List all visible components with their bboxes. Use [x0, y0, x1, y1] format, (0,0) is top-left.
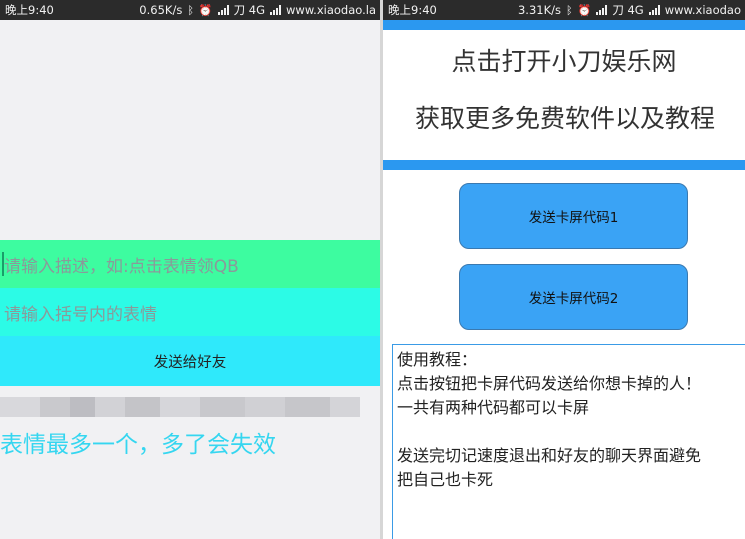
bottom-accent-bar — [383, 160, 745, 170]
emoji-input[interactable]: 请输入括号内的表情 — [0, 288, 380, 336]
description-input[interactable]: 请输入描述，如:点击表情领QB — [0, 240, 380, 288]
tutorial-line: 一共有两种代码都可以卡屏 — [397, 398, 590, 417]
signal-icon — [648, 5, 660, 15]
status-site: www.xiaodao.la — [286, 3, 376, 17]
status-time: 晚上9:40 — [388, 3, 437, 17]
tutorial-textbox[interactable]: 使用教程： 点击按钮把卡屏代码发送给你想卡掉的人！ 一共有两种代码都可以卡屏 发… — [392, 344, 745, 539]
send-freeze-code-2-button[interactable]: 发送卡屏代码2 — [459, 264, 688, 330]
tutorial-line: 发送完切记速度退出和好友的聊天界面避免 — [397, 446, 702, 465]
alarm-icon: ⏰ — [577, 3, 592, 17]
status-bar: 晚上9:40 0.65K/s ᛒ ⏰ 刀 4G www.xiaodao.la — [0, 0, 380, 20]
tutorial-line: 把自己也卡死 — [397, 470, 494, 489]
right-screen: 晚上9:40 3.31K/s ᛒ ⏰ 刀 4G www.xiaodao 点击打开… — [383, 0, 745, 539]
tutorial-line — [397, 420, 741, 444]
carrier-label: 刀 4G — [612, 3, 644, 17]
bluetooth-icon: ᛒ — [566, 3, 573, 17]
network-speed: 0.65K/s — [139, 3, 183, 17]
more-software-link[interactable]: 获取更多免费软件以及教程 — [415, 99, 715, 135]
tutorial-line: 点击按钮把卡屏代码发送给你想卡掉的人！ — [397, 374, 702, 393]
send-to-friend-button[interactable]: 发送给好友 — [0, 336, 380, 386]
send-freeze-code-1-button[interactable]: 发送卡屏代码1 — [459, 183, 688, 249]
status-right: 3.31K/s ᛒ ⏰ 刀 4G www.xiaodao — [518, 2, 745, 18]
signal-icon — [270, 5, 282, 15]
status-right: 0.65K/s ᛒ ⏰ 刀 4G www.xiaodao.la — [139, 2, 380, 18]
alarm-icon: ⏰ — [198, 3, 213, 17]
emoji-placeholder: 请输入括号内的表情 — [4, 304, 157, 325]
network-speed: 3.31K/s — [517, 3, 561, 17]
bluetooth-icon: ᛒ — [187, 3, 194, 17]
signal-icon — [217, 5, 229, 15]
description-placeholder: 请输入描述，如:点击表情领QB — [4, 256, 239, 277]
blurred-text — [0, 397, 360, 417]
status-site: www.xiaodao — [664, 3, 741, 17]
status-bar: 晚上9:40 3.31K/s ᛒ ⏰ 刀 4G www.xiaodao — [383, 0, 745, 20]
text-cursor — [2, 252, 4, 276]
tutorial-line: 使用教程： — [397, 350, 478, 369]
left-screen: 晚上9:40 0.65K/s ᛒ ⏰ 刀 4G www.xiaodao.la 请… — [0, 0, 380, 539]
signal-icon — [596, 5, 608, 15]
top-accent-bar — [383, 20, 745, 30]
open-site-link[interactable]: 点击打开小刀娱乐网 — [383, 42, 745, 78]
warning-text: 表情最多一个，多了会失效 — [0, 432, 276, 458]
carrier-label: 刀 4G — [233, 3, 266, 17]
status-time: 晚上9:40 — [5, 3, 54, 17]
